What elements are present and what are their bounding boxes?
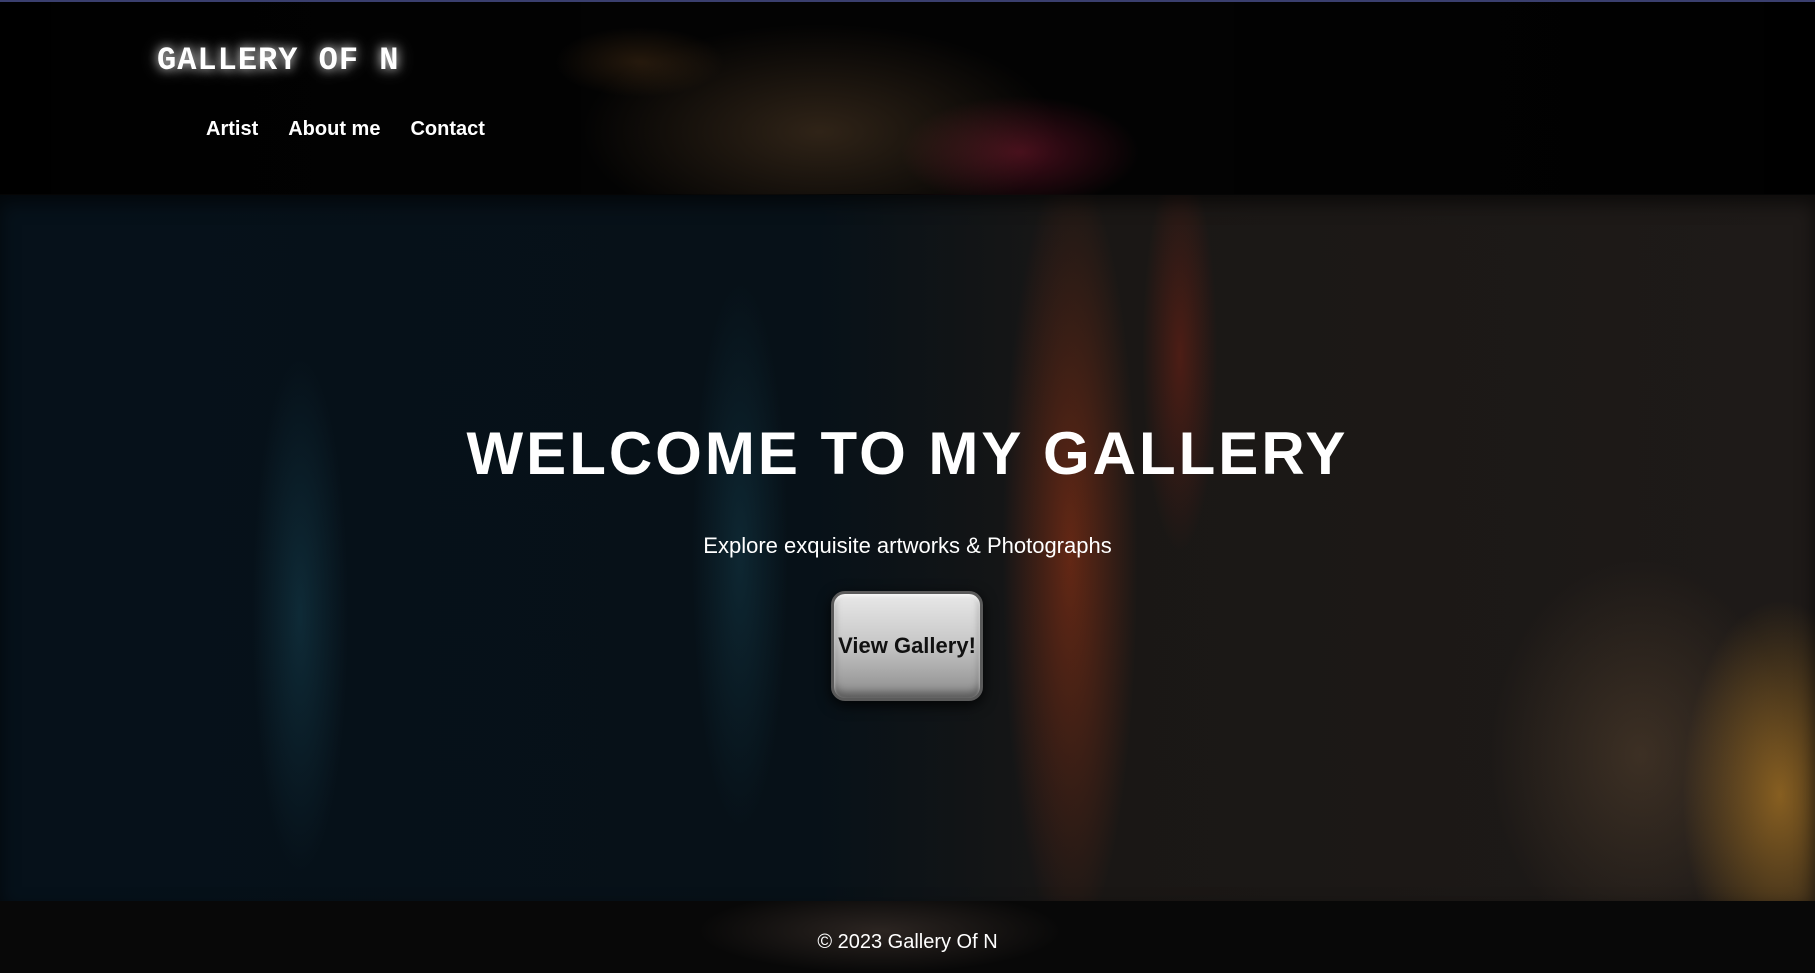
site-header: GALLERY OF N Artist About me Contact: [0, 2, 1815, 194]
hero-subtitle: Explore exquisite artworks & Photographs: [703, 533, 1112, 558]
view-gallery-button[interactable]: View Gallery!: [831, 591, 983, 701]
site-footer: © 2023 Gallery Of N: [0, 901, 1815, 973]
site-logo[interactable]: GALLERY OF N: [157, 42, 399, 79]
hero-title: WELCOME TO MY GALLERY: [466, 420, 1349, 487]
hero-section: WELCOME TO MY GALLERY Explore exquisite …: [0, 195, 1815, 901]
nav-link-artist[interactable]: Artist: [206, 118, 258, 141]
nav-link-contact[interactable]: Contact: [410, 118, 484, 141]
page: GALLERY OF N Artist About me Contact WEL…: [0, 0, 1815, 973]
main-nav: Artist About me Contact: [206, 118, 485, 141]
nav-link-about-me[interactable]: About me: [288, 118, 380, 141]
copyright-text: © 2023 Gallery Of N: [817, 931, 998, 953]
